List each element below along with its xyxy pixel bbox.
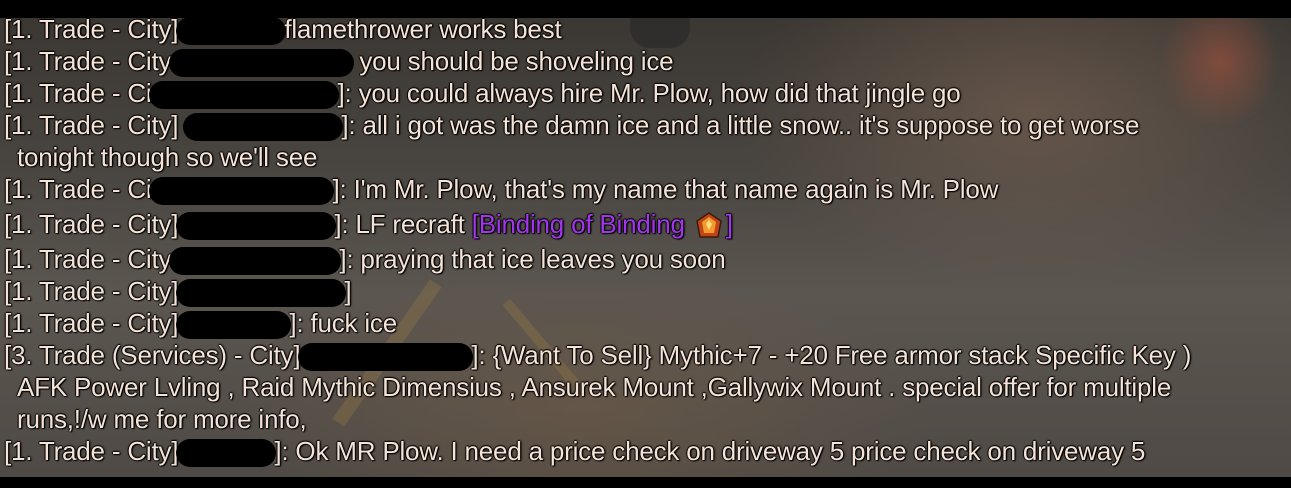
redacted-player-name <box>169 49 355 78</box>
chat-frame[interactable]: [1. Trade - City] flamethrower works best… <box>4 13 1289 468</box>
chat-message: fuck ice <box>310 308 397 338</box>
chat-message: runs,!/w me for more info, <box>17 404 307 434</box>
chat-line[interactable]: [1. Trade - City]] <box>4 275 1289 308</box>
chat-separator: ] <box>344 276 352 306</box>
redacted-player-name <box>183 113 344 142</box>
channel-tag[interactable]: [1. Trade - City] <box>4 276 179 306</box>
redacted-player-name <box>298 343 474 372</box>
channel-tag[interactable]: [1. Trade - City] <box>4 14 179 44</box>
chat-line[interactable]: [1. Trade - Ci]: you could always hire M… <box>4 77 1289 110</box>
redacted-player-name <box>149 177 335 206</box>
channel-tag[interactable]: [1. Trade - City] <box>4 436 179 466</box>
gem-icon[interactable] <box>694 211 724 241</box>
chat-separator: ]: <box>289 308 304 338</box>
channel-tag[interactable]: [1. Trade - City <box>4 244 172 274</box>
chat-line[interactable]: [1. Trade - City]: praying that ice leav… <box>4 243 1289 276</box>
channel-tag[interactable]: [1. Trade - City] <box>4 110 179 140</box>
chat-separator: ]: <box>274 436 289 466</box>
redacted-player-name <box>176 311 292 340</box>
chat-line[interactable]: [1. Trade - Ci]: I'm Mr. Plow, that's my… <box>4 173 1289 206</box>
channel-tag[interactable]: [1. Trade - City] <box>4 209 179 239</box>
redacted-player-name <box>176 439 277 468</box>
chat-message: I'm Mr. Plow, that's my name that name a… <box>353 174 999 204</box>
redacted-player-name <box>169 247 342 276</box>
chat-separator: ]: <box>339 244 354 274</box>
item-link-bracket: ] <box>725 209 733 239</box>
chat-line[interactable]: [1. Trade - City you should be shoveling… <box>4 45 1289 78</box>
chat-separator: ]: <box>341 110 356 140</box>
chat-line-continuation: runs,!/w me for more info, <box>4 403 1289 435</box>
chat-separator: ]: <box>334 209 349 239</box>
channel-tag[interactable]: [1. Trade - Ci <box>4 78 152 108</box>
chat-message: tonight though so we'll see <box>17 142 318 172</box>
chat-line-continuation: tonight though so we'll see <box>4 141 1289 173</box>
redacted-player-name <box>176 17 287 46</box>
channel-tag[interactable]: [1. Trade - City] <box>4 308 179 338</box>
chat-message: you should be shoveling ice <box>359 46 674 76</box>
chat-separator: ]: <box>332 174 347 204</box>
channel-tag[interactable]: [1. Trade - Ci <box>4 174 152 204</box>
item-link-text[interactable]: [Binding of Binding <box>472 209 692 239</box>
chat-message: praying that ice leaves you soon <box>360 244 726 274</box>
chat-message: you could always hire Mr. Plow, how did … <box>358 78 961 108</box>
chat-message: Ok MR Plow. I need a price check on driv… <box>295 436 1146 466</box>
chat-separator: ]: <box>337 78 352 108</box>
chat-separator: ]: <box>471 340 486 370</box>
chat-line[interactable]: [1. Trade - City]]: LF recraft [Binding … <box>4 205 1289 243</box>
chat-line-continuation: AFK Power Lvling , Raid Mythic Dimensius… <box>4 371 1289 403</box>
redacted-player-name <box>176 279 347 308</box>
item-link[interactable]: [Binding of Binding ] <box>472 209 733 239</box>
chat-line[interactable]: [1. Trade - City] ]: all i got was the d… <box>4 109 1289 142</box>
chat-message: AFK Power Lvling , Raid Mythic Dimensius… <box>17 372 1172 402</box>
redacted-player-name <box>149 81 340 110</box>
chat-message: LF recraft <box>355 209 465 239</box>
chat-line[interactable]: [1. Trade - City]]: Ok MR Plow. I need a… <box>4 435 1289 468</box>
redacted-player-name <box>176 212 337 241</box>
chat-message: flamethrower works best <box>284 14 562 44</box>
chat-message: all i got was the damn ice and a little … <box>362 110 1140 140</box>
channel-tag[interactable]: [3. Trade (Services) - City] <box>4 340 301 370</box>
chat-line[interactable]: [1. Trade - City] flamethrower works best <box>4 13 1289 46</box>
chat-message: {Want To Sell} Mythic+7 - +20 Free armor… <box>492 340 1192 370</box>
chat-line[interactable]: [1. Trade - City]]: fuck ice <box>4 307 1289 340</box>
chat-line[interactable]: [3. Trade (Services) - City]]: {Want To … <box>4 339 1289 372</box>
channel-tag[interactable]: [1. Trade - City <box>4 46 172 76</box>
